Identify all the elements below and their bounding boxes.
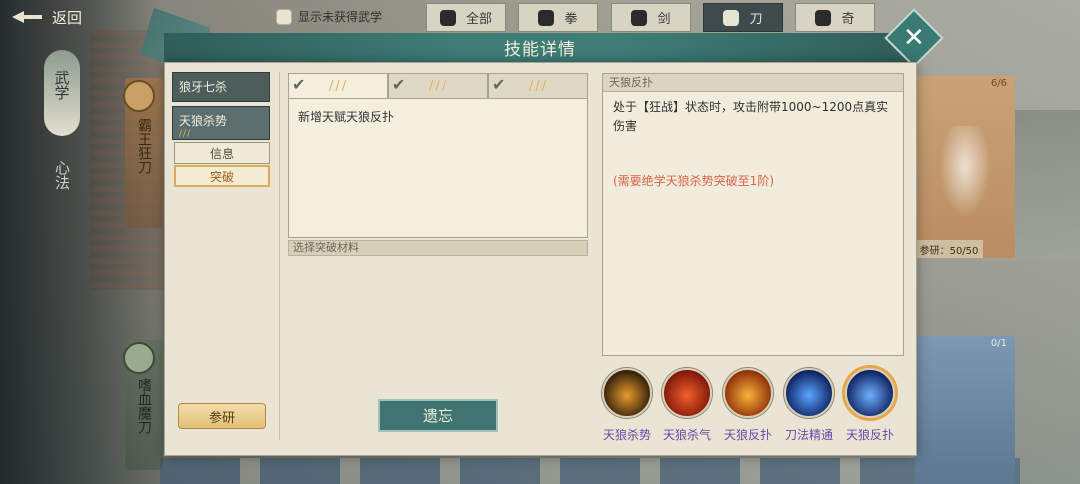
background-card-strip xyxy=(160,458,1020,484)
breakthrough-stars: /// xyxy=(179,129,192,139)
fire-claw-icon[interactable] xyxy=(723,368,773,418)
tab-odd[interactable]: 奇 xyxy=(795,3,875,32)
stage-stars: /// xyxy=(329,79,349,94)
material-select-bar[interactable]: 选择突破材料 xyxy=(288,240,588,256)
stage-stars: /// xyxy=(429,79,449,94)
crescent-slash-icon[interactable] xyxy=(602,368,652,418)
fist-icon xyxy=(538,9,555,26)
skill-tab-label: 狼牙七杀 xyxy=(179,80,228,94)
sword-icon xyxy=(631,9,648,26)
skill-tab-langya[interactable]: 狼牙七杀 xyxy=(172,72,270,102)
unobtained-checkbox[interactable] xyxy=(276,8,292,25)
wuxue-label: 武学 xyxy=(52,70,71,100)
sub-tab-label: 突破 xyxy=(209,169,234,184)
xinfa-tab[interactable]: 心法 xyxy=(52,160,73,190)
skill-icon-label: 天狼反扑 xyxy=(845,428,894,442)
back-arrow-icon xyxy=(10,8,44,26)
talent-detail-box: 天狼反扑 处于【狂战】状态时，攻击附带1000~1200点真实伤害 (需要绝学天… xyxy=(602,73,904,356)
bag-icon xyxy=(439,9,456,26)
skill-card-shixue-label: 嗜血魔刀 xyxy=(136,378,152,434)
show-unobtained-toggle[interactable]: 显示未获得武学 xyxy=(276,8,382,25)
close-icon: ✕ xyxy=(903,22,925,53)
stage-stars: /// xyxy=(529,79,549,94)
back-label: 返回 xyxy=(52,8,83,27)
tab-info[interactable]: 信息 xyxy=(174,142,270,164)
skill-card-bawang-label: 霸王狂刀 xyxy=(136,118,152,174)
blade-emblem-icon xyxy=(123,342,155,374)
tab-breakthrough[interactable]: 突破 xyxy=(174,165,270,187)
check-icon: ✔ xyxy=(292,75,306,94)
blade-icon xyxy=(723,9,740,26)
skill-icon-label: 天狼反扑 xyxy=(723,428,772,442)
tab-label: 剑 xyxy=(657,12,671,27)
show-unobtained-label: 显示未获得武学 xyxy=(298,10,383,24)
skill-card-right-bottom[interactable]: 0/1 xyxy=(915,336,1015,484)
panel-divider xyxy=(279,72,280,440)
tab-label: 全部 xyxy=(465,12,492,27)
card-count: 0/1 xyxy=(990,338,1007,349)
research-button[interactable]: 参研 xyxy=(178,403,266,429)
breakthrough-stage-tabs: ✔ /// ✔ /// ✔ /// xyxy=(288,73,588,99)
check-icon: ✔ xyxy=(492,75,506,94)
research-progress-badge: 参研：50/50 xyxy=(915,240,983,258)
check-icon: ✔ xyxy=(392,75,406,94)
talent-title: 天狼反扑 xyxy=(603,74,903,92)
shuriken-icon xyxy=(815,9,832,26)
back-button[interactable]: 返回 xyxy=(0,2,110,32)
tab-label: 拳 xyxy=(564,12,578,27)
skill-tab-tianlang[interactable]: 天狼杀势 /// xyxy=(172,106,270,140)
tab-label: 奇 xyxy=(841,12,855,27)
tab-fist[interactable]: 拳 xyxy=(518,3,598,32)
unlock-text: 新增天赋天狼反扑 xyxy=(298,110,395,124)
skill-icon-label: 天狼杀气 xyxy=(662,428,711,442)
tab-label: 刀 xyxy=(749,12,763,27)
skill-tab-label: 天狼杀势 xyxy=(179,114,228,128)
tab-all[interactable]: 全部 xyxy=(426,3,506,32)
stage-tab-2[interactable]: ✔ /// xyxy=(388,73,488,99)
unlock-info-box: 新增天赋天狼反扑 xyxy=(288,98,588,238)
skill-card-right-top[interactable]: 6/6 xyxy=(915,76,1015,258)
skill-icon-label: 天狼杀势 xyxy=(602,428,651,442)
tab-sword[interactable]: 剑 xyxy=(611,3,691,32)
sub-tab-label: 信息 xyxy=(209,146,234,161)
skill-list-panel: 狼牙七杀 天狼杀势 /// 信息 突破 xyxy=(172,72,272,440)
stage-tab-1[interactable]: ✔ /// xyxy=(288,73,388,99)
blue-warrior-icon[interactable] xyxy=(784,368,834,418)
forget-button[interactable]: 遗忘 xyxy=(378,399,498,432)
talent-description: 处于【狂战】状态时，攻击附带1000~1200点真实伤害 xyxy=(613,100,889,133)
wuxue-tab[interactable]: 武学 xyxy=(44,50,80,136)
card-count: 6/6 xyxy=(990,78,1007,89)
tab-blade[interactable]: 刀 xyxy=(703,3,783,32)
blue-warrior-icon[interactable] xyxy=(845,368,895,418)
talent-requirement: (需要绝学天狼杀势突破至1阶) xyxy=(613,174,774,188)
skill-icon-label: 刀法精通 xyxy=(784,428,833,442)
blade-emblem-icon xyxy=(123,80,155,112)
red-claw-icon[interactable] xyxy=(662,368,712,418)
warrior-figure xyxy=(935,126,995,226)
stage-tab-3[interactable]: ✔ /// xyxy=(488,73,588,99)
